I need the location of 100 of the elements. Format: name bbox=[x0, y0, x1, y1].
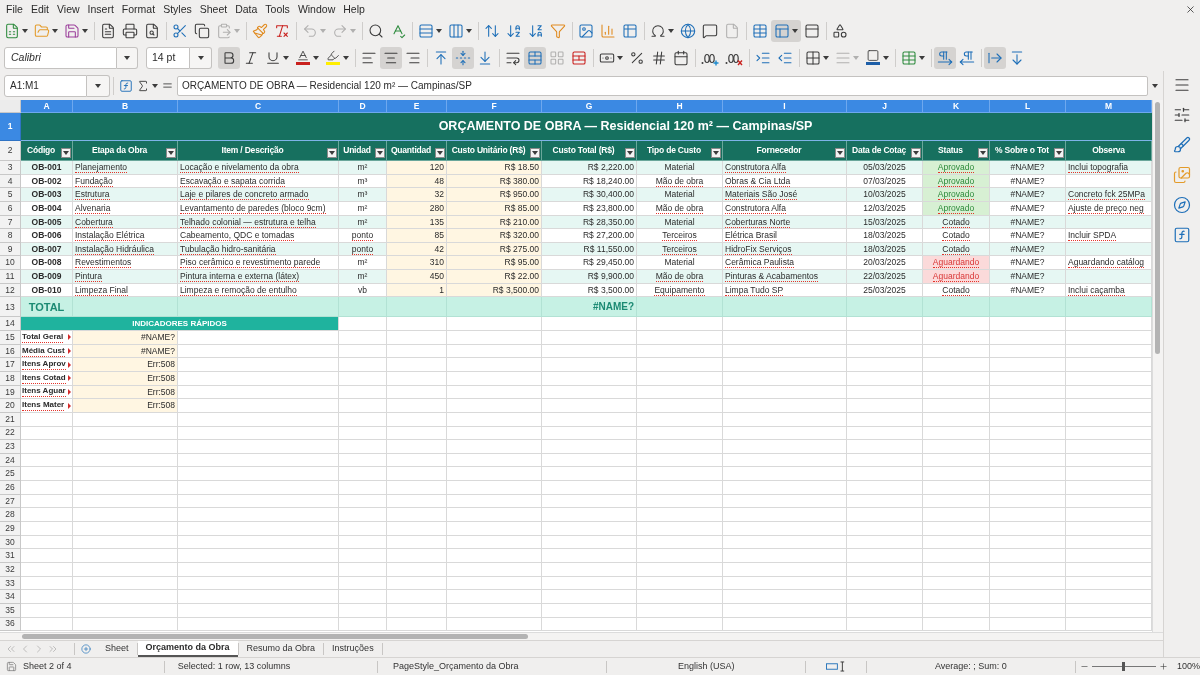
navigator-button[interactable] bbox=[1173, 196, 1191, 214]
bold-button[interactable] bbox=[218, 46, 240, 69]
row-header[interactable]: 26 bbox=[0, 481, 21, 495]
menu-item[interactable]: View bbox=[53, 1, 84, 17]
sheet-tab[interactable]: Sheet bbox=[97, 641, 137, 657]
menu-item[interactable]: Format bbox=[117, 1, 160, 17]
properties-button[interactable] bbox=[1173, 106, 1191, 124]
row-header[interactable]: 3 bbox=[0, 161, 21, 175]
column-header[interactable]: B bbox=[73, 100, 178, 113]
styles-button[interactable] bbox=[1173, 136, 1191, 154]
column-header[interactable]: J bbox=[847, 100, 923, 113]
menu-item[interactable]: Window bbox=[293, 1, 340, 17]
filter-button[interactable] bbox=[61, 148, 71, 158]
filter-button[interactable] bbox=[530, 148, 540, 158]
font-name-field[interactable]: Calibri bbox=[4, 46, 117, 69]
row-header[interactable]: 28 bbox=[0, 508, 21, 522]
filter-button[interactable] bbox=[1054, 148, 1064, 158]
filter-button[interactable] bbox=[978, 148, 988, 158]
center-vertically-button[interactable] bbox=[452, 46, 474, 69]
vertical-scrollbar[interactable] bbox=[1152, 100, 1163, 632]
menu-item[interactable]: Help bbox=[339, 1, 369, 17]
selection-mode-icon bbox=[826, 661, 846, 672]
row-header[interactable]: 10 bbox=[0, 256, 21, 271]
row-header[interactable]: 11 bbox=[0, 270, 21, 284]
align-center-button[interactable] bbox=[380, 46, 402, 69]
table-cell: Material bbox=[637, 188, 723, 202]
row-header[interactable]: 29 bbox=[0, 522, 21, 536]
sheet-tab[interactable]: Instruções bbox=[324, 641, 382, 657]
status-cell: Aprovado bbox=[923, 161, 990, 175]
menu-item[interactable]: Data bbox=[231, 1, 262, 17]
menu-item[interactable]: Insert bbox=[83, 1, 118, 17]
font-size-dropdown[interactable] bbox=[190, 46, 212, 69]
column-header[interactable]: H bbox=[637, 100, 723, 113]
menu-item[interactable]: Edit bbox=[26, 1, 53, 17]
table-icon bbox=[901, 49, 917, 66]
menu-item[interactable]: Styles bbox=[159, 1, 196, 17]
row-header[interactable]: 14 bbox=[0, 317, 21, 332]
filter-button[interactable] bbox=[625, 148, 635, 158]
formula-input[interactable]: ORÇAMENTO DE OBRA — Residencial 120 m² — Campinas/SP bbox=[177, 75, 1148, 96]
row-header[interactable]: 15 bbox=[0, 331, 21, 345]
name-box-dropdown[interactable] bbox=[87, 74, 110, 97]
functions-button[interactable] bbox=[1173, 226, 1191, 244]
font-size-field[interactable]: 14 pt bbox=[146, 46, 190, 69]
function-icon bbox=[119, 78, 133, 93]
row-header[interactable]: 17 bbox=[0, 358, 21, 372]
zoom-slider-thumb[interactable] bbox=[1122, 662, 1126, 671]
filter-button[interactable] bbox=[375, 148, 385, 158]
row-header[interactable]: 8 bbox=[0, 229, 21, 243]
filter-button[interactable] bbox=[711, 148, 721, 158]
filter-button[interactable] bbox=[327, 148, 337, 158]
gallery-button[interactable] bbox=[1173, 166, 1191, 184]
column-header[interactable]: G bbox=[542, 100, 637, 113]
row-header[interactable]: 13 bbox=[0, 297, 21, 318]
scrollbar-thumb[interactable] bbox=[22, 634, 528, 639]
row-header[interactable]: 31 bbox=[0, 549, 21, 563]
row-header[interactable]: 5 bbox=[0, 188, 21, 202]
table-cell: Material bbox=[637, 161, 723, 175]
column-header[interactable]: K bbox=[923, 100, 990, 113]
row-header[interactable]: 23 bbox=[0, 440, 21, 454]
menu-item[interactable]: File bbox=[2, 1, 27, 17]
column-header[interactable]: M bbox=[1066, 100, 1152, 113]
sidebar-menu-button[interactable] bbox=[1173, 76, 1191, 94]
filter-button[interactable] bbox=[835, 148, 845, 158]
border-color-icon bbox=[865, 49, 881, 66]
table-cell: Pintura interna e externa (látex) bbox=[178, 270, 339, 284]
column-header[interactable]: C bbox=[178, 100, 339, 113]
row-header[interactable]: 1 bbox=[0, 113, 21, 141]
column-header[interactable]: I bbox=[723, 100, 847, 113]
freeze-button[interactable] bbox=[771, 20, 801, 42]
row-header[interactable]: 34 bbox=[0, 590, 21, 604]
save-status-icon bbox=[6, 661, 17, 672]
menu-item[interactable]: Tools bbox=[261, 1, 294, 17]
row-header[interactable]: 25 bbox=[0, 467, 21, 482]
column-header[interactable]: F bbox=[447, 100, 542, 113]
column-header[interactable]: E bbox=[387, 100, 447, 113]
center-vertically-icon bbox=[455, 49, 471, 66]
scrollbar-thumb[interactable] bbox=[1155, 102, 1160, 354]
font-name-dropdown[interactable] bbox=[117, 46, 138, 69]
filter-button[interactable] bbox=[166, 148, 176, 158]
left-to-right-button[interactable] bbox=[934, 46, 956, 69]
row-header[interactable]: 20 bbox=[0, 399, 21, 413]
filter-button[interactable] bbox=[911, 148, 921, 158]
table-cell: Locação e nivelamento da obra bbox=[178, 161, 339, 175]
zoom-in-button[interactable] bbox=[1158, 662, 1168, 671]
text-horizontal-button[interactable] bbox=[984, 46, 1006, 69]
name-box[interactable]: A1:M1 bbox=[4, 74, 87, 97]
column-header[interactable]: D bbox=[339, 100, 387, 113]
caret-icon bbox=[617, 55, 623, 60]
filter-button[interactable] bbox=[435, 148, 445, 158]
horizontal-scrollbar[interactable] bbox=[0, 632, 1163, 640]
add-sheet-button[interactable] bbox=[81, 644, 91, 654]
menu-item[interactable]: Sheet bbox=[195, 1, 232, 17]
sheet-tab[interactable]: Orçamento da Obra bbox=[137, 641, 238, 657]
column-header[interactable]: L bbox=[990, 100, 1066, 113]
caret-icon bbox=[82, 29, 88, 33]
sheet-tab[interactable]: Resumo da Obra bbox=[238, 641, 324, 657]
close-document-button[interactable] bbox=[1185, 3, 1196, 15]
merge-center-button[interactable] bbox=[524, 46, 546, 69]
column-header[interactable]: A bbox=[21, 100, 73, 113]
row-header[interactable]: 2 bbox=[0, 141, 21, 161]
